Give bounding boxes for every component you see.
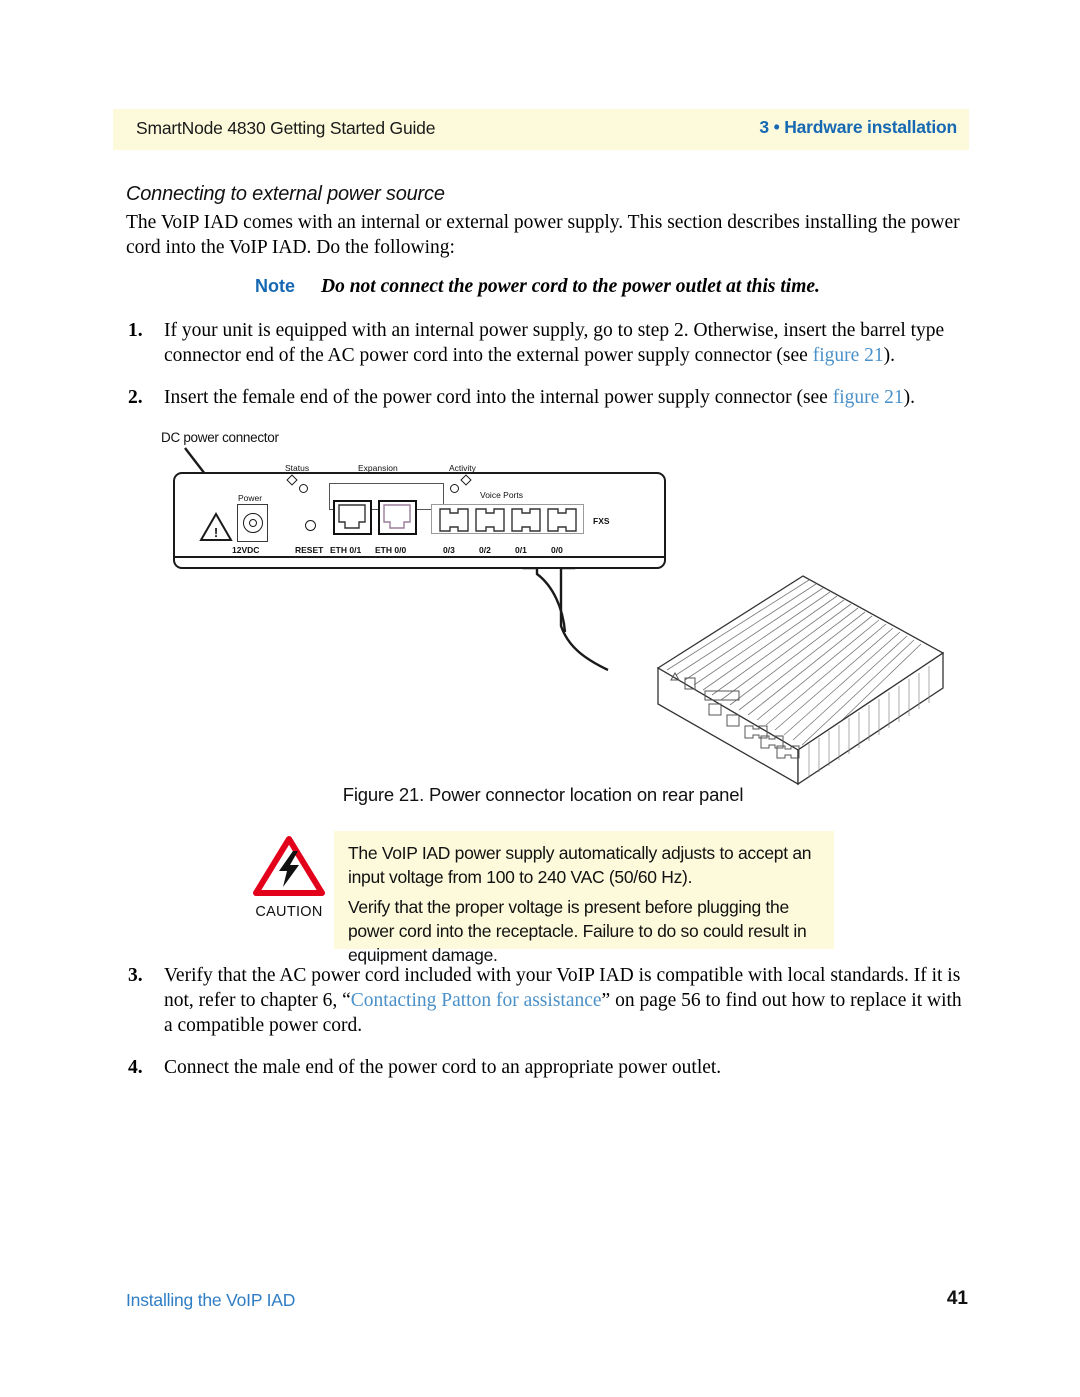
caution-text-box: The VoIP IAD power supply automatically … (334, 831, 834, 965)
voice-ports-group (431, 504, 584, 534)
note-callout: Note Do not connect the power cord to th… (255, 276, 820, 298)
list-item-number: 2. (128, 387, 143, 408)
voice-port-label-0-1: 0/1 (515, 545, 527, 555)
list-item: 2. Insert the female end of the power cor… (126, 385, 971, 410)
list-item-number: 4. (128, 1057, 143, 1078)
status-led-circle-icon (299, 484, 308, 493)
cross-reference-link[interactable]: Contacting Patton for assistance (351, 990, 602, 1011)
reset-label: RESET (295, 545, 324, 555)
caution-icon-group: CAUTION (246, 835, 332, 920)
steps-list-top: 1. If your unit is equipped with an inter… (126, 318, 971, 427)
note-text: Do not connect the power cord to the pow… (321, 276, 820, 297)
activity-label: Activity (449, 463, 476, 473)
power-jack-ring (242, 513, 263, 533)
figure-caption: Figure 21. Power connector location on r… (342, 784, 744, 805)
expansion-label: Expansion (358, 463, 398, 473)
list-item: 3. Verify that the AC power cord included… (126, 963, 971, 1038)
steps-list-bottom: 3. Verify that the AC power cord included… (126, 963, 971, 1097)
fxs-label: FXS (593, 516, 610, 526)
figure-link[interactable]: figure 21 (833, 387, 904, 408)
activity-led-circle-icon (450, 484, 459, 493)
ethernet-port-0-0[interactable] (378, 500, 417, 535)
footer-page-number: 41 (946, 1288, 968, 1309)
status-led-diamond-icon (286, 474, 298, 486)
voice-port-label-0-0: 0/0 (551, 545, 563, 555)
voice-port-label-0-2: 0/2 (479, 545, 491, 555)
voice-ports-label: Voice Ports (480, 490, 523, 500)
list-item-text: Insert the female end of the power cord … (164, 387, 833, 408)
voltage-label: 12VDC (232, 545, 260, 555)
list-item-text-tail: ). (883, 345, 896, 366)
dc-power-jack[interactable] (237, 504, 268, 542)
power-jack-pin (248, 519, 257, 527)
list-item-number: 1. (128, 320, 143, 341)
device-3d-illustration (656, 575, 945, 786)
header-document-title: SmartNode 4830 Getting Started Guide (136, 118, 436, 138)
dc-power-connector-callout-label: DC power connector (161, 430, 279, 445)
caution-word: CAUTION (255, 904, 323, 920)
ethernet-0-0-label: ETH 0/0 (375, 545, 407, 555)
reset-button[interactable] (305, 520, 316, 531)
page-header-band: SmartNode 4830 Getting Started Guide 3 •… (113, 109, 969, 150)
figure-link[interactable]: figure 21 (813, 345, 884, 366)
list-item-text-tail: ). (903, 387, 916, 408)
header-chapter-title: 3 • Hardware installation (759, 117, 957, 137)
ethernet-port-0-1[interactable] (333, 500, 372, 535)
list-item-text: Connect the male end of the power cord t… (164, 1057, 722, 1078)
svg-text:!: ! (214, 525, 218, 540)
electric-shock-triangle-icon (253, 836, 325, 896)
voice-port-label-0-3: 0/3 (443, 545, 455, 555)
footer-section-label: Installing the VoIP IAD (126, 1290, 296, 1310)
figure-21: DC power connector ! Power 12VDC Status … (113, 418, 973, 805)
rear-panel-diagram: ! Power 12VDC Status Expansion Activity … (173, 463, 666, 569)
ethernet-0-1-label: ETH 0/1 (330, 545, 362, 555)
panel-bottom-rail (175, 556, 664, 558)
list-item: 4. Connect the male end of the power cord… (126, 1055, 971, 1080)
note-label: Note (255, 276, 295, 296)
intro-paragraph: The VoIP IAD comes with an internal or e… (126, 212, 960, 258)
list-item-number: 3. (128, 965, 143, 986)
caution-paragraph-1: The VoIP IAD power supply automatically … (348, 843, 812, 887)
caution-paragraph-2: Verify that the proper voltage is presen… (348, 897, 807, 965)
power-label: Power (238, 493, 263, 503)
caution-callout: CAUTION The VoIP IAD power supply automa… (246, 831, 836, 965)
list-item: 1. If your unit is equipped with an inter… (126, 318, 971, 368)
status-label: Status (285, 463, 310, 473)
section-heading: Connecting to external power source (126, 183, 445, 205)
activity-led-diamond-icon (460, 474, 472, 486)
